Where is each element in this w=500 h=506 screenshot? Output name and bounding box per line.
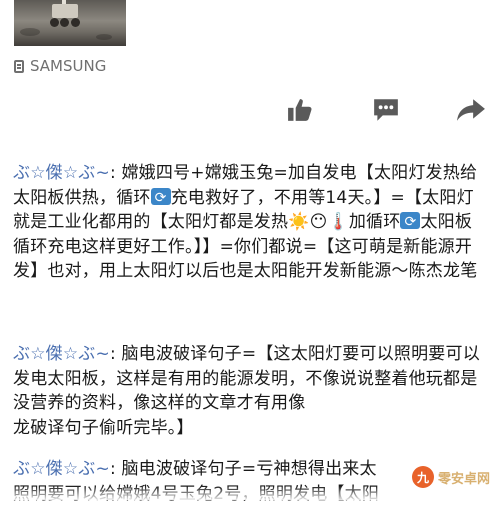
comment-author[interactable]: ぶ☆傑☆ぶ~ xyxy=(13,344,110,364)
like-icon xyxy=(288,99,312,121)
device-source-label: SAMSUNG xyxy=(30,57,107,75)
cycle-emoji-icon xyxy=(400,210,421,235)
bottom-fade xyxy=(0,486,500,500)
comment-text: 龙破译句子偷听完毕。】 xyxy=(13,417,194,438)
comment-author[interactable]: ぶ☆傑☆ぶ~ xyxy=(13,459,110,479)
like-button[interactable] xyxy=(284,95,316,125)
device-source: SAMSUNG xyxy=(14,56,106,76)
watermark-text: 零安卓网 xyxy=(437,471,490,487)
watermark-logo: 九 xyxy=(411,466,434,488)
comment-author[interactable]: ぶ☆傑☆ぶ~ xyxy=(13,163,110,183)
cycle-emoji-icon xyxy=(150,186,171,210)
action-bar xyxy=(0,85,500,135)
post-photo[interactable] xyxy=(14,0,126,46)
comment-icon xyxy=(374,99,398,121)
comment-item: ぶ☆傑☆ぶ~: 脑电波破译句子=【这太阳灯要可以照明要可以发电太阳板，这样是有用… xyxy=(13,342,488,440)
comment-text: : 脑电波破译句子=亏神想得出来太 xyxy=(109,459,377,479)
comment-text: 加循环 xyxy=(348,212,401,232)
comment-item: ぶ☆傑☆ぶ~: 嫦娥四号+嫦娥玉兔=加自发电【太阳灯发热给太阳板供热，循环充电救… xyxy=(13,161,488,284)
emoji-icons: ☀️😶🌡️ xyxy=(288,212,349,232)
share-button[interactable] xyxy=(455,95,487,125)
watermark: 九 零安卓网 xyxy=(411,466,490,488)
share-icon xyxy=(457,99,485,121)
comment-button[interactable] xyxy=(370,95,402,125)
phone-icon xyxy=(14,59,24,73)
